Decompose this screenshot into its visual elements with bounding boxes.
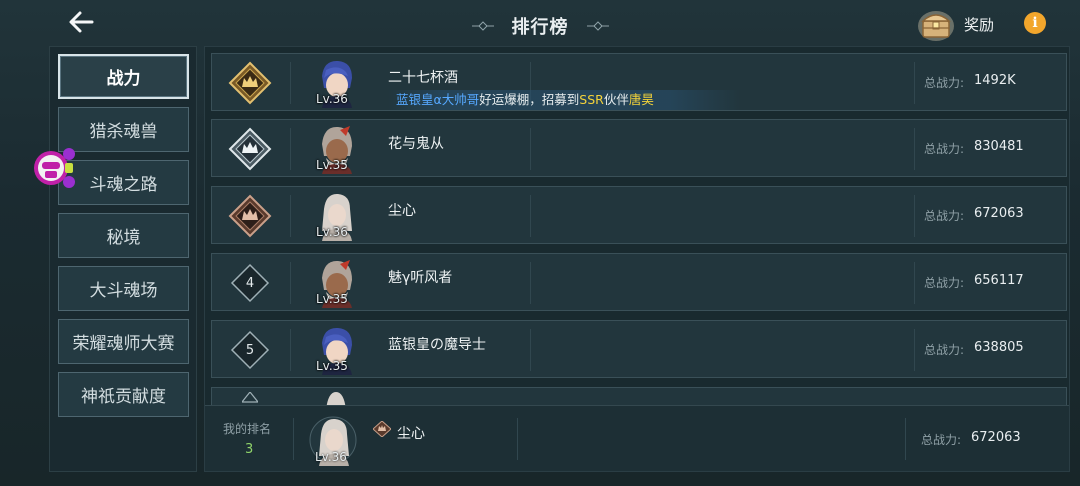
player-level: Lv.35 xyxy=(316,359,348,373)
page-header: 排行榜 xyxy=(440,10,640,42)
power-value: 638805 xyxy=(974,340,1024,355)
title-left-ornament-icon xyxy=(471,21,494,31)
player-level: Lv.35 xyxy=(316,292,348,306)
announcement-partner: 唐昊 xyxy=(628,92,654,107)
category-tab-hunt-beasts[interactable]: 猎杀魂兽 xyxy=(58,107,189,152)
reward-label: 奖励 xyxy=(964,15,995,34)
category-tab-glory-tournament[interactable]: 荣耀魂师大赛 xyxy=(58,319,189,364)
row-divider xyxy=(914,128,915,170)
rank-row-1[interactable]: Lv.36 二十七杯酒 蓝银皇α大帅哥好运爆棚，招募到SSR伙伴唐昊 总战力: … xyxy=(211,53,1067,111)
my-player-name: 尘心 xyxy=(397,426,425,442)
row-divider xyxy=(290,329,291,371)
back-arrow-icon xyxy=(69,11,94,33)
power-value: 672063 xyxy=(974,206,1024,221)
row-divider xyxy=(530,329,531,371)
power-value: 656117 xyxy=(974,273,1024,288)
row-divider xyxy=(914,329,915,371)
announcement-rarity: SSR xyxy=(579,92,604,107)
category-tab-arena[interactable]: 大斗魂场 xyxy=(58,266,189,311)
gold-crown-badge-icon xyxy=(228,61,272,105)
announcement-player: 蓝银皇α大帅哥 xyxy=(396,92,480,107)
row-divider xyxy=(290,62,291,104)
my-power-value: 672063 xyxy=(971,430,1021,445)
player-level: Lv.36 xyxy=(316,225,348,239)
my-level: Lv.36 xyxy=(315,450,347,464)
category-tab-soul-road[interactable]: 斗魂之路 xyxy=(58,160,189,205)
category-sidebar: 战力 猎杀魂兽 斗魂之路 秘境 大斗魂场 荣耀魂师大赛 神祇贡献度 xyxy=(49,46,197,472)
player-name: 魅γ听风者 xyxy=(388,270,453,286)
ranking-list: Lv.36 二十七杯酒 蓝银皇α大帅哥好运爆棚，招募到SSR伙伴唐昊 总战力: … xyxy=(204,46,1070,472)
player-name: 花与鬼从 xyxy=(388,136,444,152)
player-name: 蓝银皇の魔导士 xyxy=(388,337,486,353)
row-divider xyxy=(530,195,531,237)
rank-number: 5 xyxy=(245,342,255,358)
row-divider xyxy=(290,195,291,237)
info-button[interactable]: i xyxy=(1024,12,1046,34)
player-name: 尘心 xyxy=(388,203,416,219)
silver-crown-badge-icon xyxy=(228,127,272,171)
row-divider xyxy=(530,262,531,304)
power-label: 总战力: xyxy=(924,209,965,223)
player-level: Lv.35 xyxy=(316,158,348,172)
announcement-text: 好运爆棚，招募到 xyxy=(479,92,580,107)
power-label: 总战力: xyxy=(924,276,965,290)
page-title: 排行榜 xyxy=(511,17,569,38)
power-label: 总战力: xyxy=(924,343,965,357)
category-tab-god-contribution[interactable]: 神祇贡献度 xyxy=(58,372,189,417)
rank-row-3[interactable]: Lv.36 尘心 总战力: 672063 xyxy=(211,186,1067,244)
row-divider xyxy=(290,262,291,304)
announcement-banner: 蓝银皇α大帅哥好运爆棚，招募到SSR伙伴唐昊 xyxy=(388,90,740,110)
row-divider xyxy=(914,62,915,104)
back-button[interactable] xyxy=(66,8,98,38)
player-name: 二十七杯酒 xyxy=(388,70,458,86)
rank-row-4[interactable]: 4 Lv.35 魅γ听风者 总战力: 656117 xyxy=(211,253,1067,311)
floating-assistant-icon[interactable] xyxy=(33,138,77,198)
power-value: 1492K xyxy=(974,73,1016,88)
power-label: 总战力: xyxy=(924,76,965,90)
row-divider xyxy=(905,418,906,460)
category-tab-power[interactable]: 战力 xyxy=(58,54,189,99)
bronze-crown-badge-icon xyxy=(228,194,272,238)
my-rank-number: 3 xyxy=(245,442,254,457)
power-label: 总战力: xyxy=(921,433,962,447)
announcement-text-2: 伙伴 xyxy=(603,92,629,107)
title-right-ornament-icon xyxy=(586,21,609,31)
row-divider xyxy=(914,262,915,304)
my-rank-bar: 我的排名 3 Lv.36 尘心 总战力: 672063 xyxy=(205,405,1069,471)
power-value: 830481 xyxy=(974,139,1024,154)
rank-row-5[interactable]: 5 Lv.35 蓝银皇の魔导士 总战力: 638805 xyxy=(211,320,1067,378)
row-divider xyxy=(517,418,518,460)
category-tab-secret-realm[interactable]: 秘境 xyxy=(58,213,189,258)
player-level: Lv.36 xyxy=(316,92,348,106)
rank-row-2[interactable]: Lv.35 花与鬼从 总战力: 830481 xyxy=(211,119,1067,177)
row-divider xyxy=(293,418,294,460)
power-label: 总战力: xyxy=(924,142,965,156)
bronze-crown-icon xyxy=(373,421,391,437)
row-divider xyxy=(290,128,291,170)
rank-number: 4 xyxy=(245,275,255,291)
row-divider xyxy=(914,195,915,237)
my-rank-label: 我的排名 xyxy=(223,422,272,436)
reward-button[interactable]: 奖励 xyxy=(916,6,994,42)
row-divider xyxy=(530,128,531,170)
treasure-chest-icon xyxy=(918,11,954,41)
